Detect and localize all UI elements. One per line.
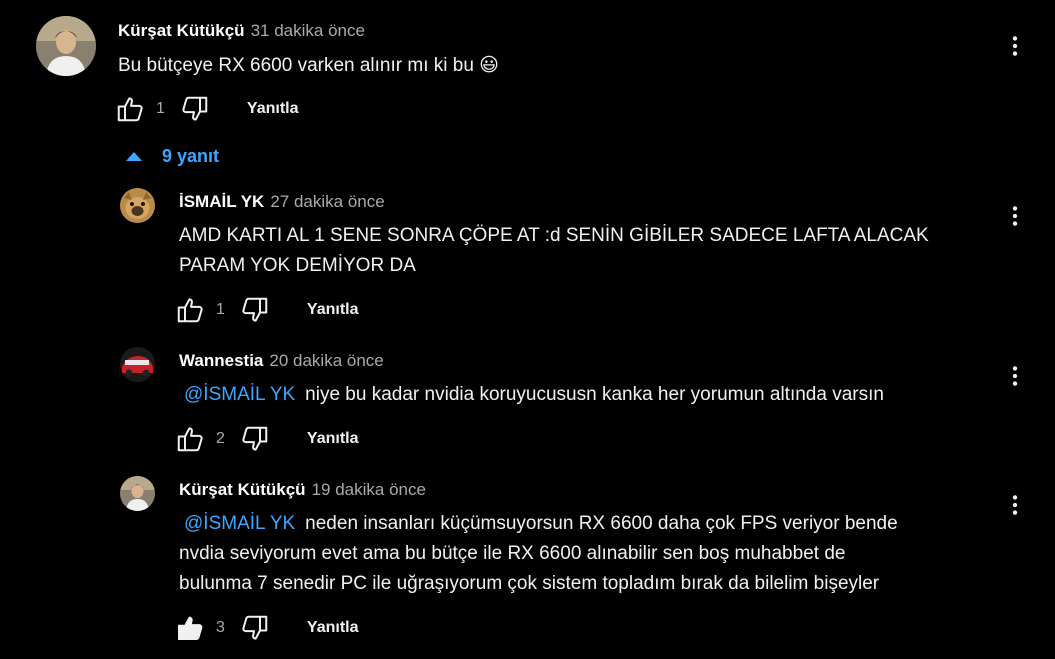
- more-options-button[interactable]: [999, 489, 1031, 521]
- thumb-down-icon: [240, 424, 270, 454]
- avatar[interactable]: [120, 188, 155, 223]
- reply-button[interactable]: Yanıtla: [307, 430, 359, 448]
- comment-text-body: neden insanları küçümsuyorsun RX 6600 da…: [305, 513, 898, 534]
- kebab-menu-icon: [1002, 33, 1028, 59]
- dislike-button[interactable]: [239, 612, 271, 644]
- comment-text-line: PARAM YOK DEMİYOR DA: [179, 255, 416, 276]
- kebab-menu-icon: [1002, 492, 1028, 518]
- comment-author[interactable]: Kürşat Kütükçü: [118, 21, 245, 40]
- comment-text-line: AMD KARTI AL 1 SENE SONRA ÇÖPE AT :d SEN…: [179, 225, 929, 246]
- thumb-up-icon: [175, 295, 205, 325]
- chevron-up-icon: [126, 152, 142, 161]
- replies-toggle-label: 9 yanıt: [162, 146, 220, 166]
- like-button[interactable]: [114, 93, 146, 125]
- thumb-up-filled-icon: [175, 613, 205, 643]
- like-count: 1: [156, 100, 165, 117]
- comment-text-line: nvdia seviyorum evet ama bu bütçe ile RX…: [179, 543, 846, 564]
- thumb-down-icon: [240, 613, 270, 643]
- comment-timestamp[interactable]: 31 dakika önce: [251, 21, 365, 40]
- thumb-down-icon: [180, 94, 210, 124]
- reply-button[interactable]: Yanıtla: [247, 100, 299, 118]
- reply-button[interactable]: Yanıtla: [307, 619, 359, 637]
- like-button[interactable]: [174, 612, 206, 644]
- more-options-button[interactable]: [999, 360, 1031, 392]
- kebab-menu-icon: [1002, 363, 1028, 389]
- mention-link[interactable]: @İSMAİL YK: [184, 513, 295, 534]
- comment-timestamp[interactable]: 20 dakika önce: [269, 351, 383, 370]
- comment-text: Bu bütçeye RX 6600 varken alınır mı ki b…: [118, 55, 499, 76]
- like-button[interactable]: [174, 423, 206, 455]
- like-count: 3: [216, 619, 225, 636]
- thumb-up-icon: [175, 424, 205, 454]
- comment-timestamp[interactable]: 19 dakika önce: [312, 480, 426, 499]
- more-options-button[interactable]: [999, 30, 1031, 62]
- comment-text-body: niye bu kadar nvidia koruyucususn kanka …: [305, 384, 884, 405]
- comment-author[interactable]: Wannestia: [179, 351, 263, 370]
- like-count: 1: [216, 301, 225, 318]
- comment-text-line: bulunma 7 senedir PC ile uğraşıyorum çok…: [179, 573, 880, 594]
- comment-author[interactable]: İSMAİL YK: [179, 192, 264, 211]
- kebab-menu-icon: [1002, 203, 1028, 229]
- comment-timestamp[interactable]: 27 dakika önce: [270, 192, 384, 211]
- reply-button[interactable]: Yanıtla: [307, 301, 359, 319]
- avatar[interactable]: [120, 347, 155, 382]
- dislike-button[interactable]: [239, 294, 271, 326]
- comment-author[interactable]: Kürşat Kütükçü: [179, 480, 306, 499]
- more-options-button[interactable]: [999, 200, 1031, 232]
- thumb-up-icon: [115, 94, 145, 124]
- avatar[interactable]: [120, 476, 155, 511]
- comment-text-line: @İSMAİL YK neden insanları küçümsuyorsun …: [179, 509, 898, 539]
- dislike-button[interactable]: [179, 93, 211, 125]
- like-button[interactable]: [174, 294, 206, 326]
- comment-text: @İSMAİL YK niye bu kadar nvidia koruyucus…: [179, 380, 884, 410]
- replies-toggle-button[interactable]: 9 yanıt: [126, 146, 219, 167]
- like-count: 2: [216, 430, 225, 447]
- dislike-button[interactable]: [239, 423, 271, 455]
- thumb-down-icon: [240, 295, 270, 325]
- mention-link[interactable]: @İSMAİL YK: [184, 384, 295, 405]
- avatar[interactable]: [36, 16, 96, 76]
